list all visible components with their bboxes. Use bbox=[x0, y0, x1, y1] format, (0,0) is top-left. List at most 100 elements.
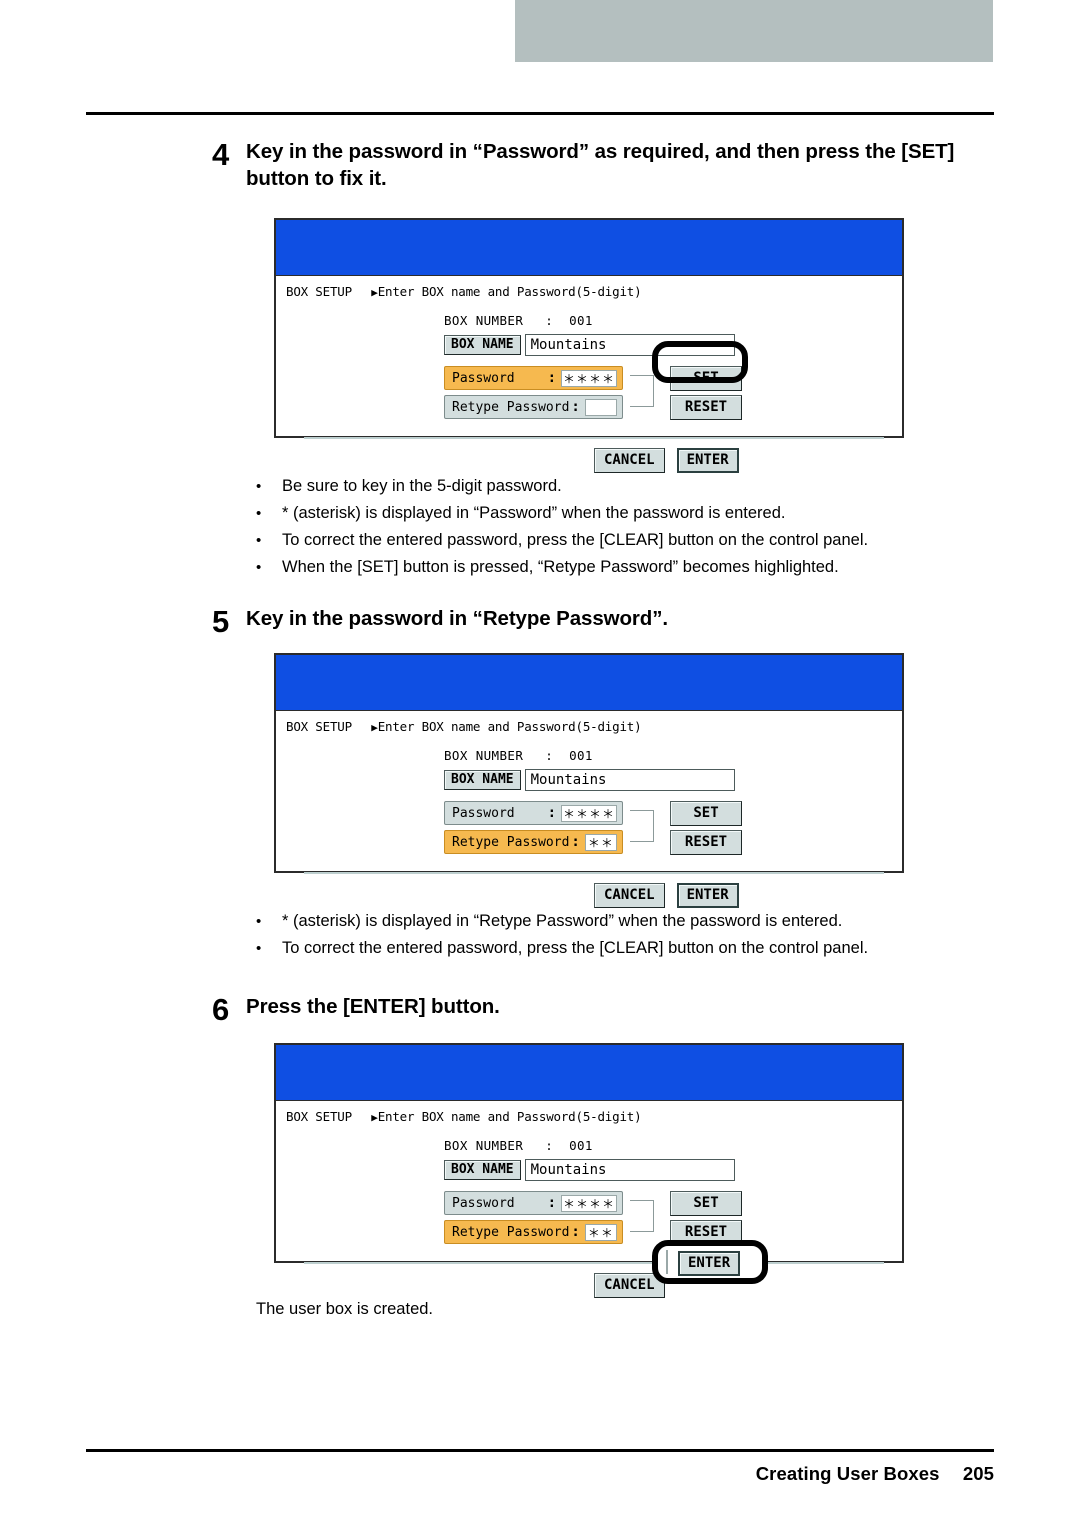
box-name-row: BOX NAME Mountains bbox=[444, 1159, 735, 1181]
note-item: • * (asterisk) is displayed in “Password… bbox=[256, 502, 868, 526]
box-number-value: 001 bbox=[569, 748, 593, 763]
note-item: • Be sure to key in the 5-digit password… bbox=[256, 475, 868, 499]
bullet-dot-icon: • bbox=[256, 531, 262, 549]
breadcrumb: BOX SETUP ▶Enter BOX name and Password(5… bbox=[286, 1109, 642, 1124]
breadcrumb-leaf: Enter BOX name and Password(5-digit) bbox=[377, 284, 642, 299]
breadcrumb: BOX SETUP ▶Enter BOX name and Password(5… bbox=[286, 719, 642, 734]
retype-password-row: Retype Password : ＊＊＊＊＊ bbox=[444, 1220, 623, 1244]
box-number-line: BOX NUMBER : 001 bbox=[444, 313, 593, 328]
panel-separator bbox=[304, 1262, 884, 1264]
retype-password-value: ＊＊＊＊＊ bbox=[584, 1223, 617, 1241]
note-item: • * (asterisk) is displayed in “Retype P… bbox=[256, 910, 868, 934]
password-value: ＊＊＊＊＊ bbox=[561, 369, 617, 387]
step-4-text: Key in the password in “Password” as req… bbox=[246, 140, 955, 191]
password-row: Password : ＊＊＊＊＊ bbox=[444, 801, 623, 825]
box-name-input[interactable]: Mountains bbox=[524, 334, 735, 356]
retype-password-field[interactable]: Retype Password : ＊＊＊＊＊ bbox=[444, 1220, 623, 1244]
password-field[interactable]: Password : ＊＊＊＊＊ bbox=[444, 366, 623, 390]
bullet-dot-icon: • bbox=[256, 913, 262, 930]
retype-password-label: Retype Password bbox=[452, 1224, 570, 1240]
cancel-button[interactable]: CANCEL bbox=[594, 883, 665, 908]
reset-button[interactable]: RESET bbox=[670, 830, 742, 855]
step-5-text: Key in the password in “Retype Password”… bbox=[246, 607, 668, 630]
box-number-value: 001 bbox=[569, 1138, 593, 1153]
step-6-text: Press the [ENTER] button. bbox=[246, 995, 500, 1018]
box-number-colon: : bbox=[545, 1138, 554, 1153]
lcd-title-bar bbox=[276, 1045, 902, 1101]
retype-password-value bbox=[584, 398, 617, 416]
enter-button-callout: ENTER bbox=[652, 1240, 768, 1284]
password-field[interactable]: Password : ＊＊＊＊＊ bbox=[444, 801, 623, 825]
panel-footer-buttons: CANCEL ENTER bbox=[594, 448, 739, 473]
field-button-connector bbox=[630, 1200, 654, 1232]
step-4: 4 Key in the password in “Password” as r… bbox=[212, 138, 1002, 193]
panel-separator bbox=[304, 437, 884, 439]
box-name-row: BOX NAME Mountains bbox=[444, 769, 735, 791]
bullet-dot-icon: • bbox=[256, 558, 262, 576]
field-button-connector bbox=[630, 810, 654, 842]
enter-button[interactable]: ENTER bbox=[676, 883, 739, 908]
step-5: 5 Key in the password in “Retype Passwor… bbox=[212, 605, 1002, 637]
set-button[interactable]: SET bbox=[670, 1191, 742, 1216]
box-number-label: BOX NUMBER bbox=[444, 1138, 524, 1153]
panel-separator bbox=[304, 872, 884, 874]
step-4-number: 4 bbox=[212, 137, 230, 172]
note-text: * (asterisk) is displayed in “Retype Pas… bbox=[282, 912, 843, 930]
password-colon: : bbox=[547, 805, 556, 821]
retype-password-label: Retype Password bbox=[452, 834, 570, 850]
retype-password-value: ＊＊＊＊＊ bbox=[584, 833, 617, 851]
box-number-colon: : bbox=[545, 748, 554, 763]
password-row: Password : ＊＊＊＊＊ bbox=[444, 1191, 623, 1215]
footer-rule bbox=[86, 1449, 994, 1452]
box-name-input[interactable]: Mountains bbox=[524, 769, 735, 791]
enter-button[interactable]: ENTER bbox=[676, 448, 739, 473]
box-number-label: BOX NUMBER bbox=[444, 313, 524, 328]
note-item: • To correct the entered password, press… bbox=[256, 937, 868, 961]
box-number-label: BOX NUMBER bbox=[444, 748, 524, 763]
cancel-button[interactable]: CANCEL bbox=[594, 448, 665, 473]
note-text: To correct the entered password, press t… bbox=[282, 530, 869, 549]
breadcrumb: BOX SETUP ▶Enter BOX name and Password(5… bbox=[286, 284, 642, 299]
box-name-button[interactable]: BOX NAME bbox=[444, 1159, 521, 1181]
box-name-button[interactable]: BOX NAME bbox=[444, 334, 521, 356]
step-6: 6 Press the [ENTER] button. bbox=[212, 993, 1002, 1025]
password-colon: : bbox=[547, 1195, 556, 1211]
password-label: Password bbox=[452, 1195, 515, 1211]
page-footer: Creating User Boxes 205 bbox=[86, 1463, 994, 1485]
lcd-body: BOX SETUP ▶Enter BOX name and Password(5… bbox=[276, 276, 902, 473]
callout-edge-tick bbox=[666, 1250, 668, 1274]
lcd-body: BOX SETUP ▶Enter BOX name and Password(5… bbox=[276, 711, 902, 908]
password-value: ＊＊＊＊＊ bbox=[561, 804, 617, 822]
enter-button[interactable]: ENTER bbox=[678, 1251, 741, 1276]
box-name-input[interactable]: Mountains bbox=[524, 1159, 735, 1181]
bullet-dot-icon: • bbox=[256, 478, 262, 495]
password-colon: : bbox=[547, 370, 556, 386]
step-5-number: 5 bbox=[212, 604, 230, 639]
set-button[interactable]: SET bbox=[670, 801, 742, 826]
notes-after-step-5: • * (asterisk) is displayed in “Retype P… bbox=[256, 910, 868, 964]
retype-password-colon: : bbox=[571, 399, 580, 415]
box-name-button[interactable]: BOX NAME bbox=[444, 769, 521, 791]
box-name-row: BOX NAME Mountains bbox=[444, 334, 735, 356]
lcd-body: BOX SETUP ▶Enter BOX name and Password(5… bbox=[276, 1101, 902, 1298]
note-text: Be sure to key in the 5-digit password. bbox=[282, 477, 562, 495]
retype-password-row: Retype Password : ＊＊＊＊＊ bbox=[444, 830, 623, 854]
panel-footer-buttons: CANCEL ENTER bbox=[594, 883, 739, 908]
step-6-number: 6 bbox=[212, 992, 230, 1027]
lcd-title-bar bbox=[276, 220, 902, 276]
lcd-panel-step6: BOX SETUP ▶Enter BOX name and Password(5… bbox=[274, 1043, 904, 1298]
retype-password-field[interactable]: Retype Password : bbox=[444, 395, 623, 419]
reset-button[interactable]: RESET bbox=[670, 395, 742, 420]
footer-title: Creating User Boxes bbox=[755, 1463, 940, 1484]
box-number-colon: : bbox=[545, 313, 554, 328]
breadcrumb-root: BOX SETUP bbox=[286, 719, 352, 734]
retype-password-colon: : bbox=[571, 834, 580, 850]
password-field[interactable]: Password : ＊＊＊＊＊ bbox=[444, 1191, 623, 1215]
password-row: Password : ＊＊＊＊＊ bbox=[444, 366, 623, 390]
box-number-line: BOX NUMBER : 001 bbox=[444, 1138, 593, 1153]
note-item: • When the [SET] button is pressed, “Ret… bbox=[256, 556, 868, 580]
breadcrumb-leaf: Enter BOX name and Password(5-digit) bbox=[377, 1109, 642, 1124]
retype-password-colon: : bbox=[571, 1224, 580, 1240]
set-button[interactable]: SET bbox=[670, 366, 742, 391]
retype-password-field[interactable]: Retype Password : ＊＊＊＊＊ bbox=[444, 830, 623, 854]
